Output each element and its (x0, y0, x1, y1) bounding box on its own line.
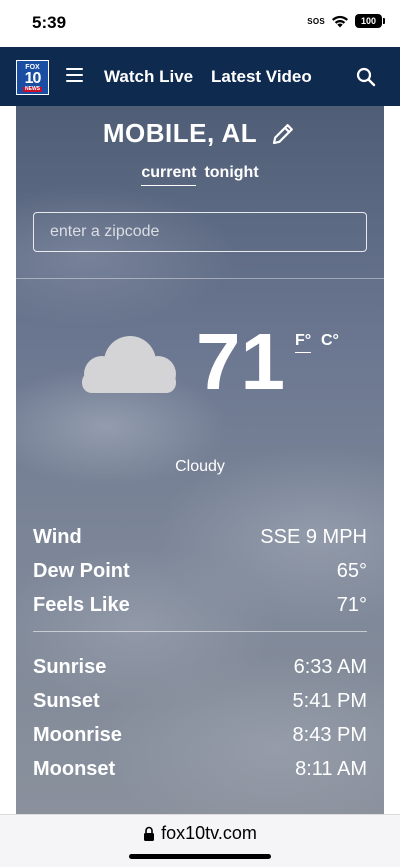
detail-label: Sunset (33, 689, 100, 712)
detail-value: 6:33 AM (293, 655, 367, 678)
battery-icon: 100 (355, 14, 385, 28)
status-icons: SOS 100 (307, 14, 385, 28)
home-indicator (129, 854, 271, 859)
lock-icon (144, 826, 155, 841)
detail-label: Moonrise (33, 723, 122, 746)
detail-label: Moonset (33, 757, 116, 780)
detail-label: Wind (33, 525, 82, 548)
detail-value: 8:11 AM (295, 757, 367, 780)
divider (33, 631, 367, 632)
detail-label: Dew Point (33, 559, 130, 582)
current-temperature: 71 (196, 317, 285, 406)
wifi-icon (332, 15, 348, 28)
status-time: 5:39 (32, 13, 67, 32)
search-icon[interactable] (356, 67, 376, 87)
detail-value: 71° (336, 593, 367, 616)
city-name: MOBILE, AL (102, 118, 258, 148)
url-row[interactable]: fox10tv.com (0, 823, 400, 844)
condition-text: Cloudy (175, 458, 225, 475)
zipcode-input[interactable] (33, 212, 367, 252)
sos-indicator: SOS (307, 16, 325, 26)
menu-icon[interactable] (66, 68, 83, 82)
detail-row-wind: Wind SSE 9 MPH (33, 520, 367, 554)
conditions-details: Wind SSE 9 MPH Dew Point 65° Feels Like … (33, 520, 367, 622)
detail-row-moonset: Moonset 8:11 AM (33, 752, 367, 786)
fox10-logo[interactable]: FOX 10 NEWS (16, 60, 49, 95)
astro-details: Sunrise 6:33 AM Sunset 5:41 PM Moonrise … (33, 650, 367, 786)
detail-label: Sunrise (33, 655, 107, 678)
logo-news-text: NEWS (23, 85, 42, 92)
tab-current[interactable]: current (141, 164, 197, 186)
detail-value: 65° (336, 559, 367, 582)
detail-value: SSE 9 MPH (260, 525, 367, 548)
detail-row-moonrise: Moonrise 8:43 PM (33, 718, 367, 752)
site-header: FOX 10 NEWS Watch Live Latest Video (0, 47, 400, 106)
detail-row-dew-point: Dew Point 65° (33, 554, 367, 588)
location-row: MOBILE, AL (16, 118, 384, 149)
browser-address-bar: fox10tv.com (0, 814, 400, 867)
unit-celsius-toggle[interactable]: C° (321, 332, 339, 350)
nav-latest-video[interactable]: Latest Video (211, 67, 312, 87)
detail-value: 8:43 PM (292, 723, 367, 746)
tab-tonight[interactable]: tonight (204, 164, 258, 186)
detail-row-feels-like: Feels Like 71° (33, 588, 367, 622)
nav-watch-live[interactable]: Watch Live (104, 67, 193, 87)
logo-number: 10 (24, 69, 42, 87)
unit-fahrenheit-toggle[interactable]: F° (295, 332, 312, 353)
time-tabs: current tonight (16, 164, 384, 186)
detail-row-sunset: Sunset 5:41 PM (33, 684, 367, 718)
weather-panel: MOBILE, AL current tonight 71 F° C° Clou… (16, 106, 384, 814)
divider (16, 278, 384, 279)
status-bar: 5:39 SOS 100 (0, 0, 400, 47)
detail-label: Feels Like (33, 593, 130, 616)
url-text[interactable]: fox10tv.com (161, 823, 257, 844)
detail-value: 5:41 PM (292, 689, 367, 712)
edit-location-icon[interactable] (269, 120, 297, 148)
cloud-icon (82, 336, 176, 393)
detail-row-sunrise: Sunrise 6:33 AM (33, 650, 367, 684)
